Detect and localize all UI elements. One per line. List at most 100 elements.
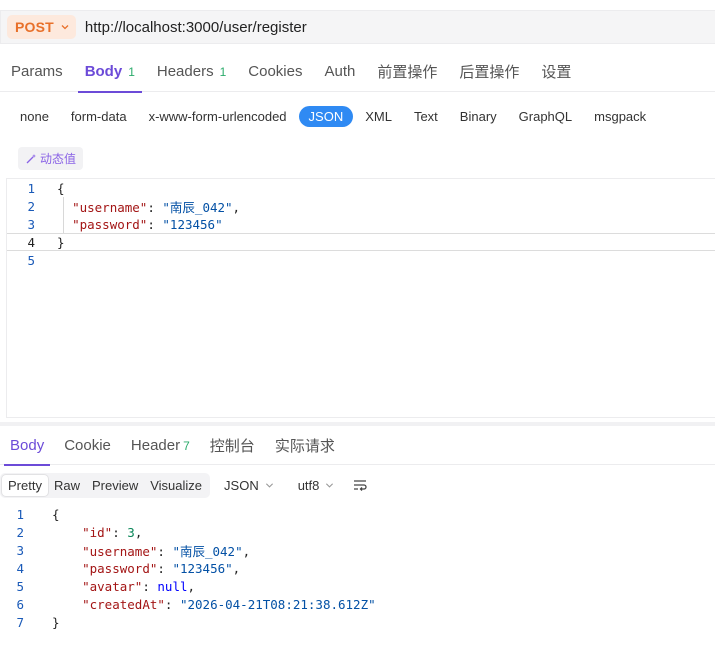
line-text: "id": 3, xyxy=(82,524,143,540)
chevron-down-icon xyxy=(61,25,69,30)
body-type-urlencoded[interactable]: x-www-form-urlencoded xyxy=(139,106,297,127)
code-line: 3 "password": "123456" xyxy=(7,215,715,233)
view-mode-preview[interactable]: Preview xyxy=(86,475,144,496)
body-type-text[interactable]: Text xyxy=(404,106,448,127)
json-value: "南辰_042" xyxy=(162,199,233,215)
line-number: 5 xyxy=(16,578,24,594)
tab-count: 1 xyxy=(219,64,227,79)
json-key: "username" xyxy=(82,543,158,559)
line-number: 4 xyxy=(27,234,35,250)
json-key: "createdAt" xyxy=(82,596,165,612)
body-type-selector: none form-data x-www-form-urlencoded JSO… xyxy=(10,104,658,128)
code-line-current: 4} xyxy=(7,233,715,251)
magic-wand-icon xyxy=(26,153,36,163)
json-value: "2026-04-21T08:21:38.612Z" xyxy=(179,596,376,612)
body-type-graphql[interactable]: GraphQL xyxy=(509,106,582,127)
method-label: POST xyxy=(15,19,54,35)
panel-divider[interactable] xyxy=(0,422,715,426)
tab-params[interactable]: Params xyxy=(0,52,74,92)
line-number: 2 xyxy=(27,198,35,214)
view-mode-visualize[interactable]: Visualize xyxy=(144,475,208,496)
json-value: "南辰_042" xyxy=(172,543,243,559)
request-tabs: Params Body 1 Headers 1 Cookies Auth 前置操作 … xyxy=(0,52,715,93)
json-key: "id" xyxy=(82,524,113,540)
line-text: "password": "123456" xyxy=(72,216,223,232)
tab-auth[interactable]: Auth xyxy=(313,52,366,92)
tab-label: Auth xyxy=(324,63,356,80)
line-text: "avatar": null, xyxy=(82,578,196,594)
tab-response-cookie[interactable]: Cookie xyxy=(54,427,121,465)
tab-body[interactable]: Body 1 xyxy=(74,52,146,93)
dynamic-value-label: 动态值 xyxy=(40,152,77,166)
tab-label: 前置操作 xyxy=(377,64,438,81)
body-type-xml[interactable]: XML xyxy=(355,106,402,127)
json-key: "password" xyxy=(72,216,148,232)
tab-post-actions[interactable]: 后置操作 xyxy=(448,52,530,92)
line-text: } xyxy=(52,614,60,630)
json-key: "avatar" xyxy=(82,578,143,594)
line-number: 2 xyxy=(16,524,24,540)
tab-cookies[interactable]: Cookies xyxy=(237,52,313,92)
tab-count: 1 xyxy=(128,64,135,79)
tab-label: 控制台 xyxy=(209,438,255,455)
response-toolbar: Pretty Raw Preview Visualize JSON utf8 xyxy=(0,472,368,498)
body-type-binary[interactable]: Binary xyxy=(450,106,507,127)
json-tail: , xyxy=(187,578,196,594)
tab-console[interactable]: 控制台 xyxy=(200,427,265,465)
code-line: 2 "username": "南辰_042", xyxy=(7,197,715,215)
format-dropdown[interactable]: JSON xyxy=(224,478,274,493)
line-text: "createdAt": "2026-04-21T08:21:38.612Z" xyxy=(82,596,376,612)
url-input[interactable]: http://localhost:3000/user/register xyxy=(85,19,307,36)
json-tail: , xyxy=(242,543,251,559)
word-wrap-icon[interactable] xyxy=(352,477,368,493)
line-number: 3 xyxy=(16,542,24,558)
tab-headers[interactable]: Headers 1 xyxy=(146,52,237,92)
body-type-json[interactable]: JSON xyxy=(298,105,354,127)
tab-response-header[interactable]: Header 7 xyxy=(121,427,200,465)
response-body-viewer[interactable]: 1{ 2 "id": 3, 3 "username": "南辰_042", 4 … xyxy=(0,505,715,635)
code-line: 6 "createdAt": "2026-04-21T08:21:38.612Z… xyxy=(0,595,715,613)
code-line: 1{ xyxy=(0,505,715,523)
tab-pre-actions[interactable]: 前置操作 xyxy=(366,52,448,92)
body-type-msgpack[interactable]: msgpack xyxy=(584,106,656,127)
tab-label: Params xyxy=(11,63,63,80)
json-key: "username" xyxy=(72,199,148,215)
code-line: 2 "id": 3, xyxy=(0,523,715,541)
dynamic-value-button[interactable]: 动态值 xyxy=(18,147,84,170)
line-number: 1 xyxy=(27,180,35,196)
body-type-none[interactable]: none xyxy=(10,106,59,127)
tab-label: Headers xyxy=(156,63,214,80)
line-number: 5 xyxy=(27,252,35,268)
code-line: 5 xyxy=(7,251,715,269)
code-line: 7} xyxy=(0,613,715,631)
request-body-editor[interactable]: 1{ 2 "username": "南辰_042", 3 "password":… xyxy=(6,178,715,418)
method-select[interactable]: POST xyxy=(7,15,76,39)
view-mode-switcher: Pretty Raw Preview Visualize xyxy=(0,472,211,498)
json-tail: , xyxy=(232,560,241,576)
json-value: null xyxy=(157,578,188,594)
chevron-down-icon xyxy=(326,482,334,488)
tab-settings[interactable]: 设置 xyxy=(530,52,582,92)
format-label: JSON xyxy=(224,477,259,493)
line-number: 1 xyxy=(16,506,24,522)
tab-count: 7 xyxy=(183,438,190,453)
json-tail: , xyxy=(232,199,241,215)
body-type-form-data[interactable]: form-data xyxy=(61,106,137,127)
view-mode-raw[interactable]: Raw xyxy=(48,475,86,496)
json-value: "123456" xyxy=(162,216,223,232)
tab-actual-request[interactable]: 实际请求 xyxy=(265,427,345,465)
tab-response-body[interactable]: Body xyxy=(0,427,54,466)
line-number: 4 xyxy=(16,560,24,576)
tab-label: 后置操作 xyxy=(459,64,520,81)
tab-label: Cookies xyxy=(248,63,303,80)
line-text: { xyxy=(52,506,60,522)
code-line: 1{ xyxy=(7,179,715,197)
json-value: 3 xyxy=(127,524,135,540)
tab-label: 设置 xyxy=(541,64,572,81)
view-mode-pretty[interactable]: Pretty xyxy=(2,474,48,496)
tab-label: 实际请求 xyxy=(274,438,335,455)
response-tabs: Body Cookie Header 7 控制台 实际请求 xyxy=(0,427,715,466)
tab-label: Body xyxy=(10,437,45,454)
code-line: 3 "username": "南辰_042", xyxy=(0,541,715,559)
encoding-dropdown[interactable]: utf8 xyxy=(298,478,335,493)
